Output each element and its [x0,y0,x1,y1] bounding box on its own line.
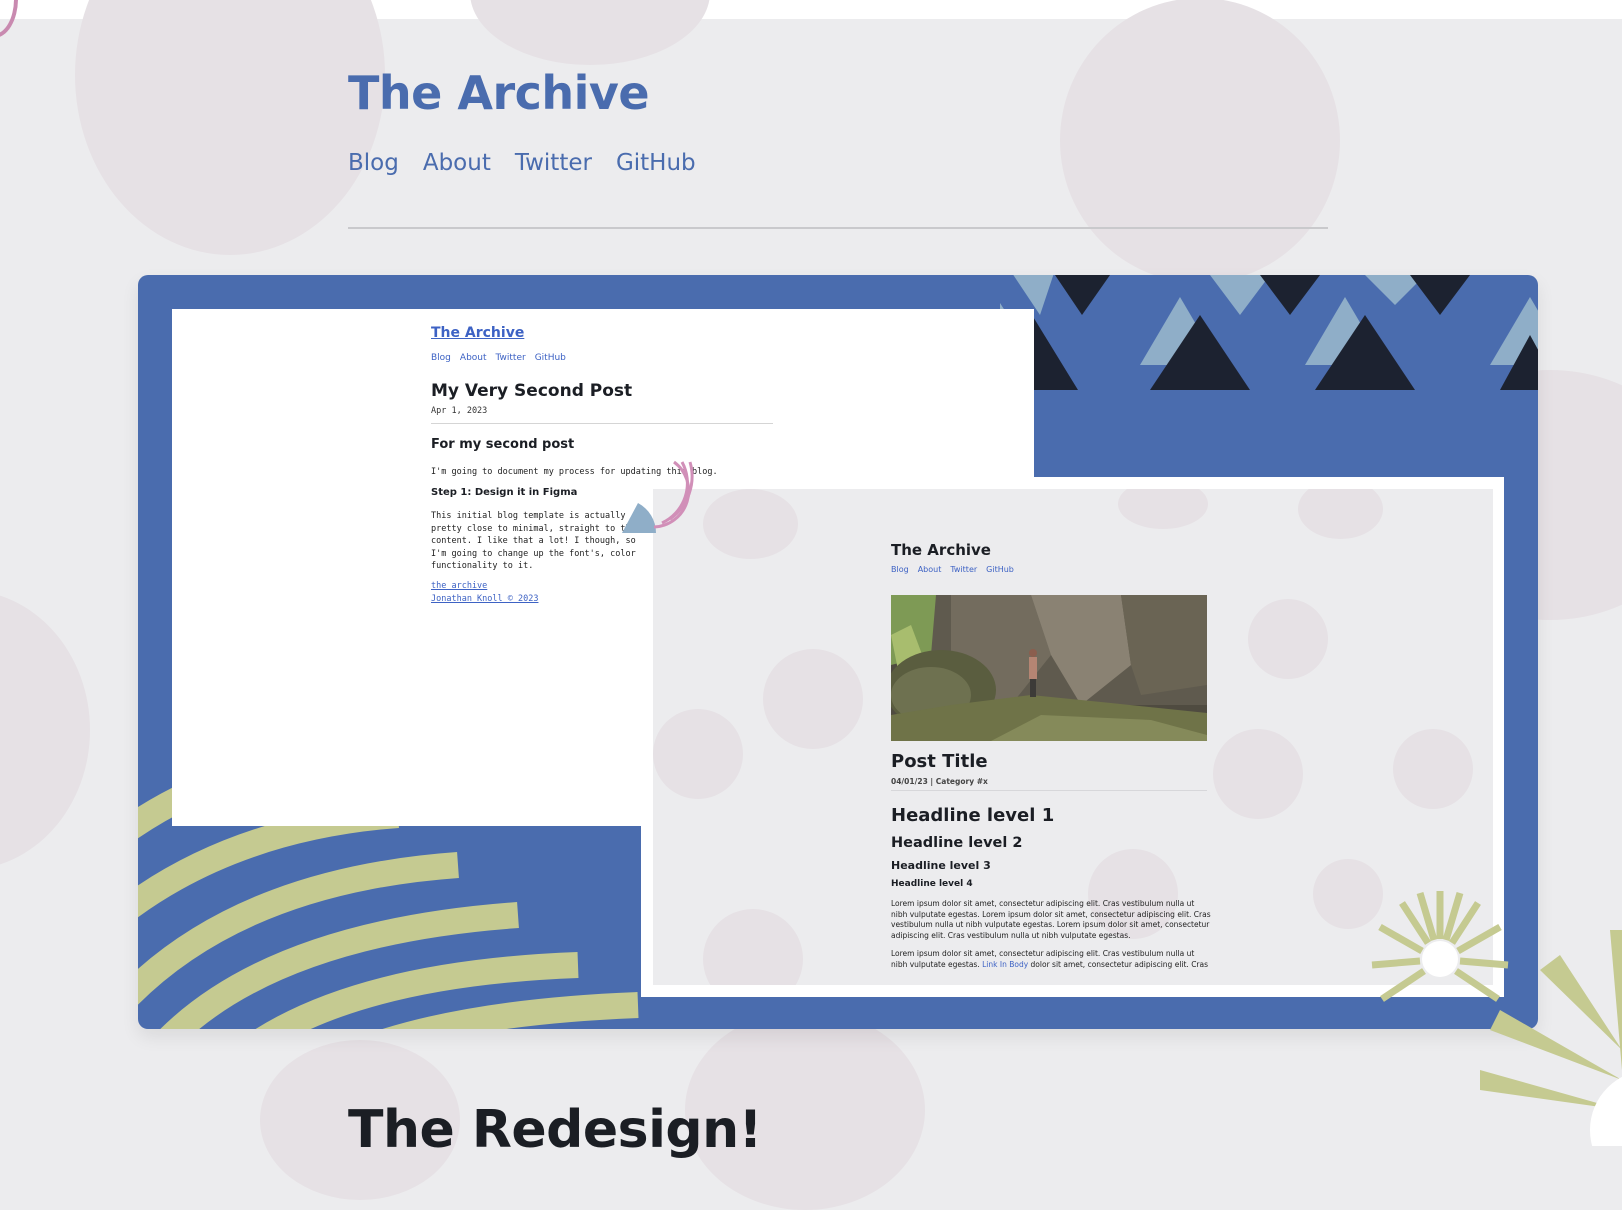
old-footer-link-archive: the archive [431,581,488,591]
headline-level-3: Headline level 3 [891,859,991,872]
old-nav-blog: Blog [431,353,451,363]
new-nav-about: About [917,565,942,574]
site-title[interactable]: The Archive [348,66,650,120]
body-paragraph-2: Lorem ipsum dolor sit amet, consectetur … [891,949,1213,970]
body-paragraph-1: Lorem ipsum dolor sit amet, consectetur … [891,899,1211,940]
arc-decoration [622,460,694,533]
old-post-title: My Very Second Post [431,381,633,401]
old-heading: For my second post [431,437,575,452]
page-sunburst-decoration [1480,930,1622,1146]
old-nav-twitter: Twitter [495,353,526,363]
new-post-title: Post Title [891,751,988,772]
new-divider [891,790,1207,791]
nav-link-github[interactable]: GitHub [616,150,696,176]
link-in-body[interactable]: Link In Body [982,960,1028,969]
showcase-panel: The Archive Blog About Twitter GitHub My… [138,275,1538,1029]
post-hero-photo [891,595,1207,741]
old-step-heading: Step 1: Design it in Figma [431,487,578,498]
headline-level-1: Headline level 1 [891,805,1055,826]
new-nav-blog: Blog [891,565,909,574]
old-nav-about: About [459,353,487,363]
old-divider [431,423,773,424]
headline-level-2: Headline level 2 [891,835,1023,851]
main-nav: Blog About Twitter GitHub [348,150,696,176]
new-site-title: The Archive [891,541,991,559]
triangle-pattern [1000,275,1538,390]
old-footer: the archive Jonathan Knoll © 2023 [431,580,538,605]
old-nav-github: GitHub [534,353,566,363]
old-footer-link-copyright: Jonathan Knoll © 2023 [431,593,539,604]
nav-link-about[interactable]: About [423,150,491,176]
new-design-viewport: The Archive Blog About Twitter GitHub Po… [653,489,1493,985]
new-nav-twitter: Twitter [950,565,978,574]
paragraph-2-end: dolor sit amet, consectetur adipiscing e… [1030,959,1209,969]
section-heading: The Redesign! [348,1100,762,1160]
old-nav: Blog About Twitter GitHub [431,353,566,363]
nav-link-twitter[interactable]: Twitter [515,150,592,176]
nav-link-blog[interactable]: Blog [348,150,399,176]
header-divider [348,227,1328,229]
new-post-meta: 04/01/23 | Category #x [891,777,988,786]
headline-level-4: Headline level 4 [891,879,973,889]
old-post-date: Apr 1, 2023 [431,406,488,416]
new-nav: Blog About Twitter GitHub [891,565,1014,574]
new-nav-github: GitHub [986,565,1014,574]
old-site-title: The Archive [431,325,525,341]
